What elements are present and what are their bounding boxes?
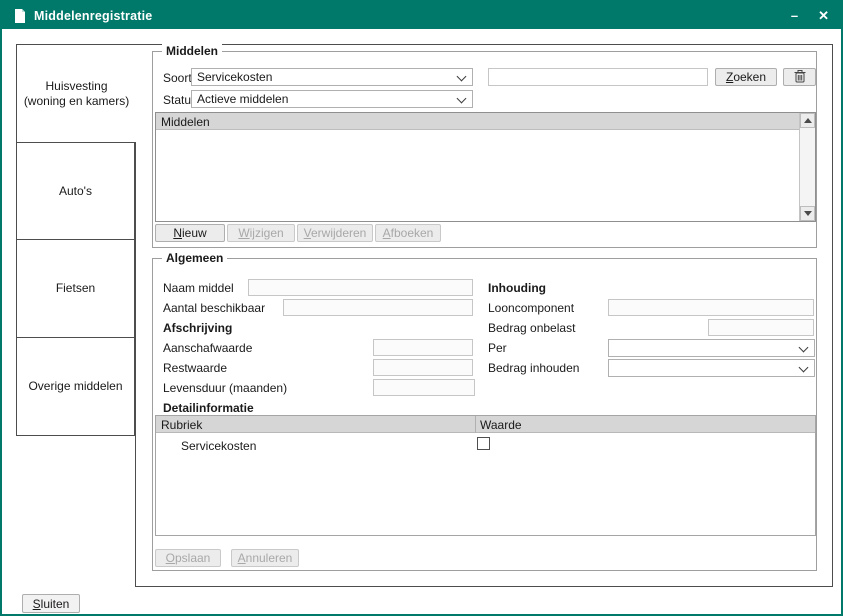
rubriek-column-header: Rubriek [161,418,202,432]
inhouding-header: Inhouding [488,281,546,295]
detailinformatie-header: Detailinformatie [163,401,254,415]
levensduur-input[interactable] [373,379,475,396]
restwaarde-input[interactable] [373,359,473,376]
tab-overige-middelen-label: Overige middelen [28,379,122,394]
tab-overige-middelen[interactable]: Overige middelen [16,337,135,436]
bedrag-inhouden-label: Bedrag inhouden [488,361,579,375]
chevron-down-icon [799,343,809,353]
table-row-waarde-checkbox[interactable] [477,437,490,450]
tab-autos-label: Auto's [59,184,92,199]
waarde-column-header: Waarde [480,418,522,432]
minimize-button[interactable]: – [791,9,798,22]
zoeken-button[interactable]: Zoeken [715,68,777,86]
middelen-group-title: Middelen [162,44,222,58]
tab-fietsen-label: Fietsen [56,281,95,296]
tab-fietsen[interactable]: Fietsen [16,239,135,338]
algemeen-group-title: Algemeen [162,251,227,265]
chevron-down-icon [799,363,809,373]
detailinformatie-table-header: Rubriek Waarde [156,416,815,433]
per-label: Per [488,341,507,355]
search-input[interactable] [488,68,708,86]
window-title: Middelenregistratie [34,9,152,23]
middelenregistratie-window: Middelenregistratie – ✕ Huisvesting (won… [0,0,843,616]
levensduur-label: Levensduur (maanden) [163,381,287,395]
aantal-beschikbaar-label: Aantal beschikbaar [163,301,265,315]
aantal-beschikbaar-input[interactable] [283,299,473,316]
restwaarde-label: Restwaarde [163,361,227,375]
chevron-down-icon [457,72,467,82]
scroll-down-button[interactable] [800,206,815,221]
table-row-rubriek: Servicekosten [181,439,256,453]
tab-autos[interactable]: Auto's [16,142,135,240]
bedrag-inhouden-dropdown[interactable] [608,359,815,377]
soort-dropdown-value: Servicekosten [197,70,272,84]
nieuw-button[interactable]: Nieuw [155,224,225,242]
status-dropdown-value: Actieve middelen [197,92,288,106]
soort-dropdown[interactable]: Servicekosten [191,68,473,86]
status-dropdown[interactable]: Actieve middelen [191,90,473,108]
close-button[interactable]: ✕ [818,9,829,22]
middelen-groupbox: Middelen Soort Servicekosten Zoeken [152,51,817,248]
aanschafwaarde-input[interactable] [373,339,473,356]
bedrag-onbelast-label: Bedrag onbelast [488,321,575,335]
scrollbar[interactable] [799,113,815,221]
titlebar: Middelenregistratie – ✕ [2,2,841,29]
arrow-down-icon [804,211,812,216]
annuleren-button: Annuleren [231,549,299,567]
tab-huisvesting[interactable]: Huisvesting (woning en kamers) [16,44,136,143]
main-panel: Middelen Soort Servicekosten Zoeken [135,44,833,587]
aanschafwaarde-label: Aanschafwaarde [163,341,252,355]
delete-button[interactable] [783,68,816,86]
wijzigen-button: Wijzigen [227,224,295,242]
naam-middel-input[interactable] [248,279,473,296]
column-divider [475,416,476,433]
opslaan-button: Opslaan [155,549,221,567]
chevron-down-icon [457,94,467,104]
soort-label: Soort [163,71,192,85]
naam-middel-label: Naam middel [163,281,234,295]
middelen-list[interactable]: Middelen [155,112,816,222]
looncomponent-input[interactable] [608,299,814,316]
scroll-up-button[interactable] [800,113,815,128]
sluiten-button[interactable]: Sluiten [22,594,80,613]
bedrag-onbelast-input[interactable] [708,319,814,336]
afboeken-button: Afboeken [375,224,441,242]
tab-huisvesting-label: Huisvesting (woning en kamers) [24,79,129,109]
looncomponent-label: Looncomponent [488,301,574,315]
document-icon [14,9,26,23]
algemeen-groupbox: Algemeen Naam middel Aantal beschikbaar … [152,258,817,571]
detailinformatie-table[interactable]: Rubriek Waarde Servicekosten [155,415,816,536]
afschrijving-header: Afschrijving [163,321,232,335]
trash-icon [794,70,806,84]
per-dropdown[interactable] [608,339,815,357]
middelen-list-header: Middelen [156,113,799,130]
verwijderen-button: Verwijderen [297,224,373,242]
arrow-up-icon [804,118,812,123]
